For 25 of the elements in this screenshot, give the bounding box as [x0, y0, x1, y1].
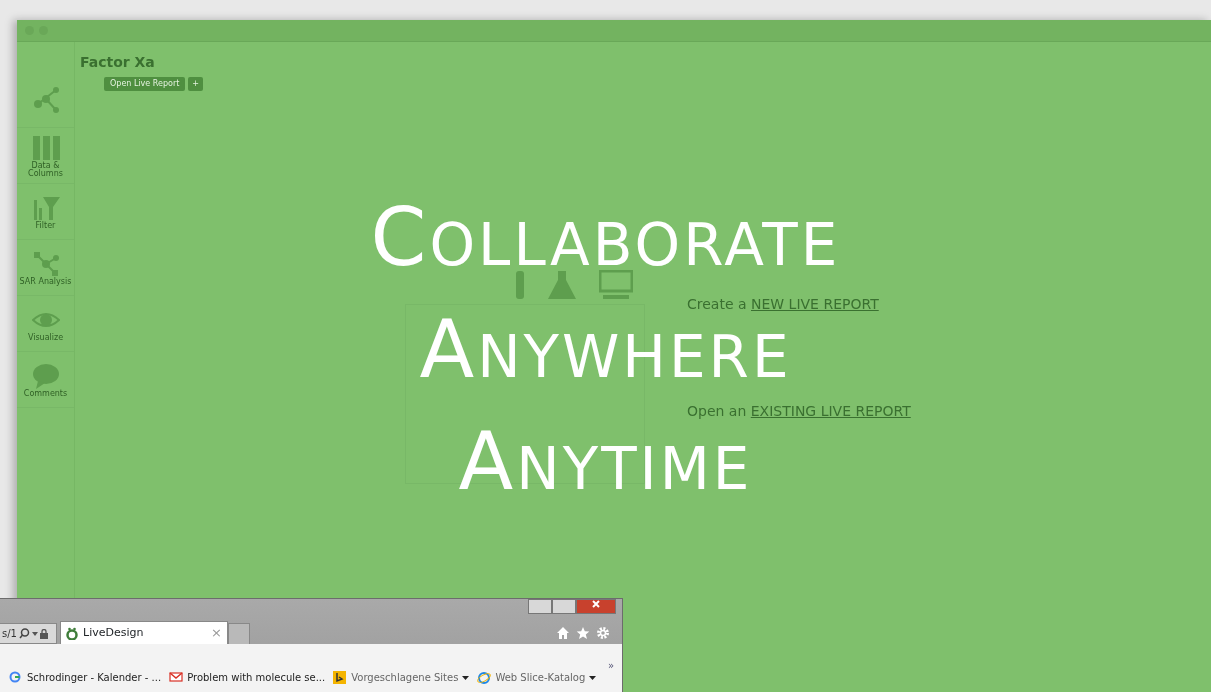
favorite-link[interactable]: Problem with molecule se... [169, 670, 326, 685]
more-button[interactable]: » [607, 658, 614, 673]
favorite-link[interactable]: Web Slice-Katalog [477, 670, 597, 685]
report-link[interactable]: EXISTING LIVE REPORT [750, 403, 911, 420]
project-title: Factor Xa [80, 53, 156, 72]
sidebar-item[interactable]: Comments [17, 352, 74, 408]
favorite-link[interactable]: Vorgeschlagene Sites [333, 670, 470, 685]
open-report-button[interactable]: Open Live Report [104, 77, 186, 91]
address-text: s/1 [2, 627, 17, 641]
tab-close-button[interactable]: × [211, 623, 222, 643]
add-button[interactable]: + [188, 77, 203, 91]
sidebar-item[interactable]: Data & Columns [17, 128, 74, 184]
sidebar-item[interactable]: Visualize [17, 296, 74, 352]
welcome-text: Create a [687, 296, 748, 312]
headline-text: ANYTIME [458, 430, 753, 494]
headline-text: ANYWHERE [419, 318, 792, 382]
tab-title: LiveDesign [83, 624, 144, 641]
sidebar-item[interactable]: Filter [17, 184, 74, 240]
browser-tab[interactable]: LiveDesign × [60, 621, 228, 644]
favorite-link[interactable]: Schrodinger - Kalender - ... [9, 670, 162, 685]
headline-text: COLLABORATE [370, 206, 841, 270]
sidebar-item[interactable]: SAR Analysis [17, 240, 74, 296]
address-field[interactable]: s/1 [0, 623, 57, 644]
report-link[interactable]: NEW LIVE REPORT [751, 296, 879, 312]
welcome-text: Open an [687, 403, 748, 420]
